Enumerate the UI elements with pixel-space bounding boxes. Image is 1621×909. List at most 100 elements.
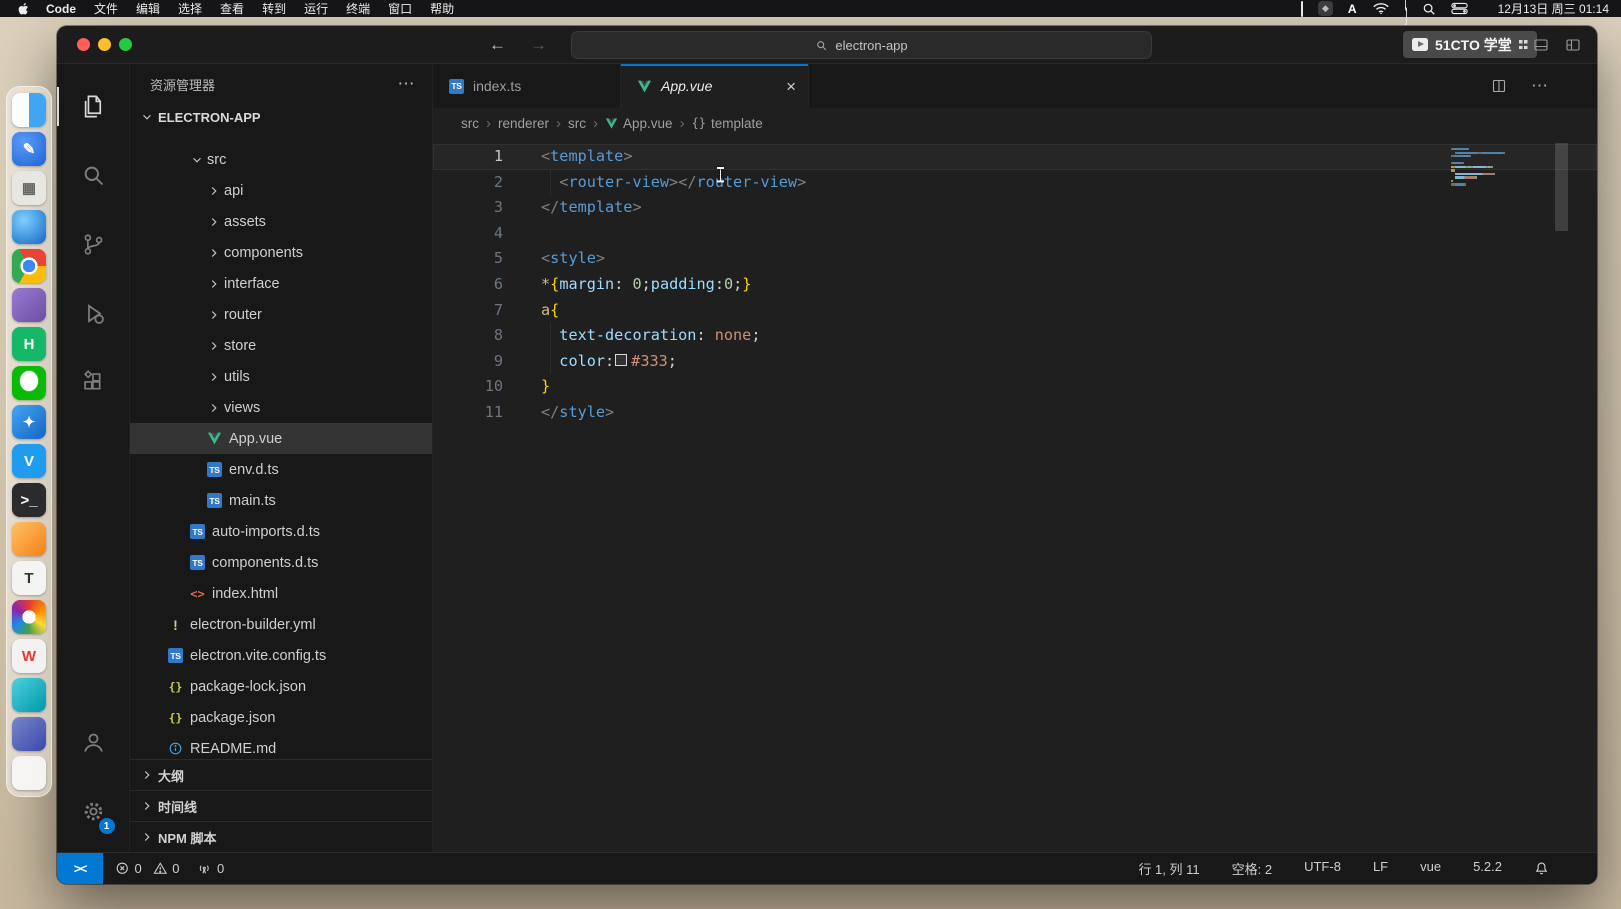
customize-layout-icon[interactable]: [1565, 37, 1581, 53]
tree-item-README.md[interactable]: README.md: [130, 733, 432, 759]
dock-icon-indigo-app[interactable]: [12, 717, 46, 751]
menu-item-选择[interactable]: 选择: [169, 0, 211, 17]
tree-item-store[interactable]: store: [130, 330, 432, 361]
activity-extensions-icon[interactable]: [57, 348, 130, 417]
scrollbar-thumb[interactable]: [1555, 143, 1568, 231]
breadcrumb-src[interactable]: src: [461, 116, 479, 131]
dock-icon-purple-app[interactable]: [12, 288, 46, 322]
dock-icon-paint-blue-app[interactable]: ✦: [12, 405, 46, 439]
dock-icon-terminal[interactable]: >_: [12, 483, 46, 517]
tree-item-components[interactable]: components: [130, 237, 432, 268]
menu-item-帮助[interactable]: 帮助: [421, 0, 463, 17]
back-button[interactable]: ←: [489, 35, 506, 55]
tree-item-package.json[interactable]: {}package.json: [130, 702, 432, 733]
status-version[interactable]: 5.2.2: [1473, 859, 1502, 878]
menu-item-编辑[interactable]: 编辑: [127, 0, 169, 17]
menubar-control-center-icon[interactable]: [1451, 2, 1468, 15]
menu-item-窗口[interactable]: 窗口: [379, 0, 421, 17]
status-encoding[interactable]: UTF-8: [1304, 859, 1341, 878]
tab-App.vue[interactable]: App.vue×: [621, 64, 809, 108]
apple-menu-icon[interactable]: [10, 3, 37, 15]
sidebar-panel-NPM 脚本[interactable]: NPM 脚本: [130, 821, 432, 852]
remote-indicator[interactable]: ><: [57, 853, 103, 884]
tree-item-App.vue[interactable]: App.vue: [130, 423, 432, 454]
tree-item-electron-builder.yml[interactable]: !electron-builder.yml: [130, 609, 432, 640]
menubar-spotlight-icon[interactable]: [1422, 2, 1436, 16]
dock-icon-chrome[interactable]: [12, 249, 46, 283]
tree-item-src[interactable]: src: [130, 144, 432, 175]
menubar-input-method-icon[interactable]: A: [1348, 2, 1357, 16]
dock-icon-typora[interactable]: T: [12, 561, 46, 595]
menu-app-name[interactable]: Code: [37, 2, 85, 16]
notifications-bell-icon[interactable]: [1534, 861, 1549, 876]
status-indentation[interactable]: 空格: 2: [1232, 859, 1272, 878]
tree-item-electron.vite.config.ts[interactable]: TSelectron.vite.config.ts: [130, 640, 432, 671]
activity-search-icon[interactable]: [57, 141, 130, 210]
menu-item-转到[interactable]: 转到: [253, 0, 295, 17]
tree-item-api[interactable]: api: [130, 175, 432, 206]
menu-item-终端[interactable]: 终端: [337, 0, 379, 17]
menu-item-文件[interactable]: 文件: [85, 0, 127, 17]
sidebar-panel-时间线[interactable]: 时间线: [130, 790, 432, 821]
dock-icon-launchpad[interactable]: ▦: [12, 171, 46, 205]
sidebar-panel-大纲[interactable]: 大纲: [130, 759, 432, 790]
menu-clock[interactable]: 12月13日 周三 01:14: [1498, 0, 1609, 17]
tree-item-assets[interactable]: assets: [130, 206, 432, 237]
status-cursor-position[interactable]: 行 1, 列 11: [1138, 859, 1199, 878]
menu-item-查看[interactable]: 查看: [211, 0, 253, 17]
activity-source-control-icon[interactable]: [57, 210, 130, 279]
dock-icon-trash[interactable]: [12, 756, 46, 790]
code-editor[interactable]: 1<template>2 <router-view></router-view>…: [433, 138, 1597, 852]
toggle-panel-icon[interactable]: [1533, 37, 1549, 53]
dock-icon-vscode[interactable]: V: [12, 444, 46, 478]
dock-icon-cyan-app[interactable]: [12, 678, 46, 712]
tree-item-main.ts[interactable]: TSmain.ts: [130, 485, 432, 516]
minimap[interactable]: [1451, 148, 1539, 187]
tree-item-components.d.ts[interactable]: TScomponents.d.ts: [130, 547, 432, 578]
split-editor-icon[interactable]: [1491, 78, 1507, 94]
dock-icon-finder[interactable]: [12, 93, 46, 127]
project-section-header[interactable]: ELECTRON-APP: [130, 104, 432, 130]
menubar-wifi-icon[interactable]: [1372, 2, 1390, 15]
menubar-battery-icon[interactable]: [1405, 0, 1407, 23]
forward-button[interactable]: →: [530, 35, 547, 55]
dock-icon-wechat[interactable]: [12, 366, 46, 400]
activity-settings-icon[interactable]: 1: [57, 777, 130, 846]
dock-icon-wps[interactable]: W: [12, 639, 46, 673]
zoom-window-button[interactable]: [119, 38, 132, 51]
command-center-search[interactable]: electron-app: [571, 31, 1152, 59]
tree-item-package-lock.json[interactable]: {}package-lock.json: [130, 671, 432, 702]
breadcrumb-src[interactable]: src: [568, 116, 586, 131]
dock-icon-hbuilder[interactable]: H: [12, 327, 46, 361]
activity-run-debug-icon[interactable]: [57, 279, 130, 348]
breadcrumb-App.vue[interactable]: App.vue: [605, 116, 673, 131]
activity-account-icon[interactable]: [57, 708, 130, 777]
tree-item-interface[interactable]: interface: [130, 268, 432, 299]
editor-scrollbar[interactable]: [1554, 138, 1569, 852]
problems-indicator[interactable]: 0 0: [115, 861, 179, 876]
activity-explorer-icon[interactable]: [57, 72, 130, 141]
tab-index.ts[interactable]: TSindex.ts: [433, 64, 621, 108]
more-actions-icon[interactable]: ⋯: [1531, 76, 1549, 96]
tree-item-env.d.ts[interactable]: TSenv.d.ts: [130, 454, 432, 485]
dock-icon-orange-app[interactable]: [12, 522, 46, 556]
ports-indicator[interactable]: 0: [197, 861, 224, 876]
menu-item-运行[interactable]: 运行: [295, 0, 337, 17]
close-window-button[interactable]: [77, 38, 90, 51]
tree-item-index.html[interactable]: <>index.html: [130, 578, 432, 609]
sidebar-more-actions-icon[interactable]: ⋯: [398, 74, 417, 94]
tree-item-utils[interactable]: utils: [130, 361, 432, 392]
tree-item-router[interactable]: router: [130, 299, 432, 330]
menubar-display-icon[interactable]: [1301, 2, 1303, 16]
dock-icon-pen-app[interactable]: ✎: [12, 132, 46, 166]
status-eol[interactable]: LF: [1373, 859, 1388, 878]
close-tab-icon[interactable]: ×: [786, 78, 796, 95]
tree-item-views[interactable]: views: [130, 392, 432, 423]
breadcrumb-template[interactable]: {}template: [692, 116, 763, 131]
status-language-mode[interactable]: vue: [1420, 859, 1441, 878]
menubar-helper-app-icon[interactable]: ◆: [1318, 1, 1333, 16]
tree-item-auto-imports.d.ts[interactable]: TSauto-imports.d.ts: [130, 516, 432, 547]
minimize-window-button[interactable]: [98, 38, 111, 51]
dock-icon-palette-app[interactable]: [12, 600, 46, 634]
breadcrumb-renderer[interactable]: renderer: [498, 116, 549, 131]
